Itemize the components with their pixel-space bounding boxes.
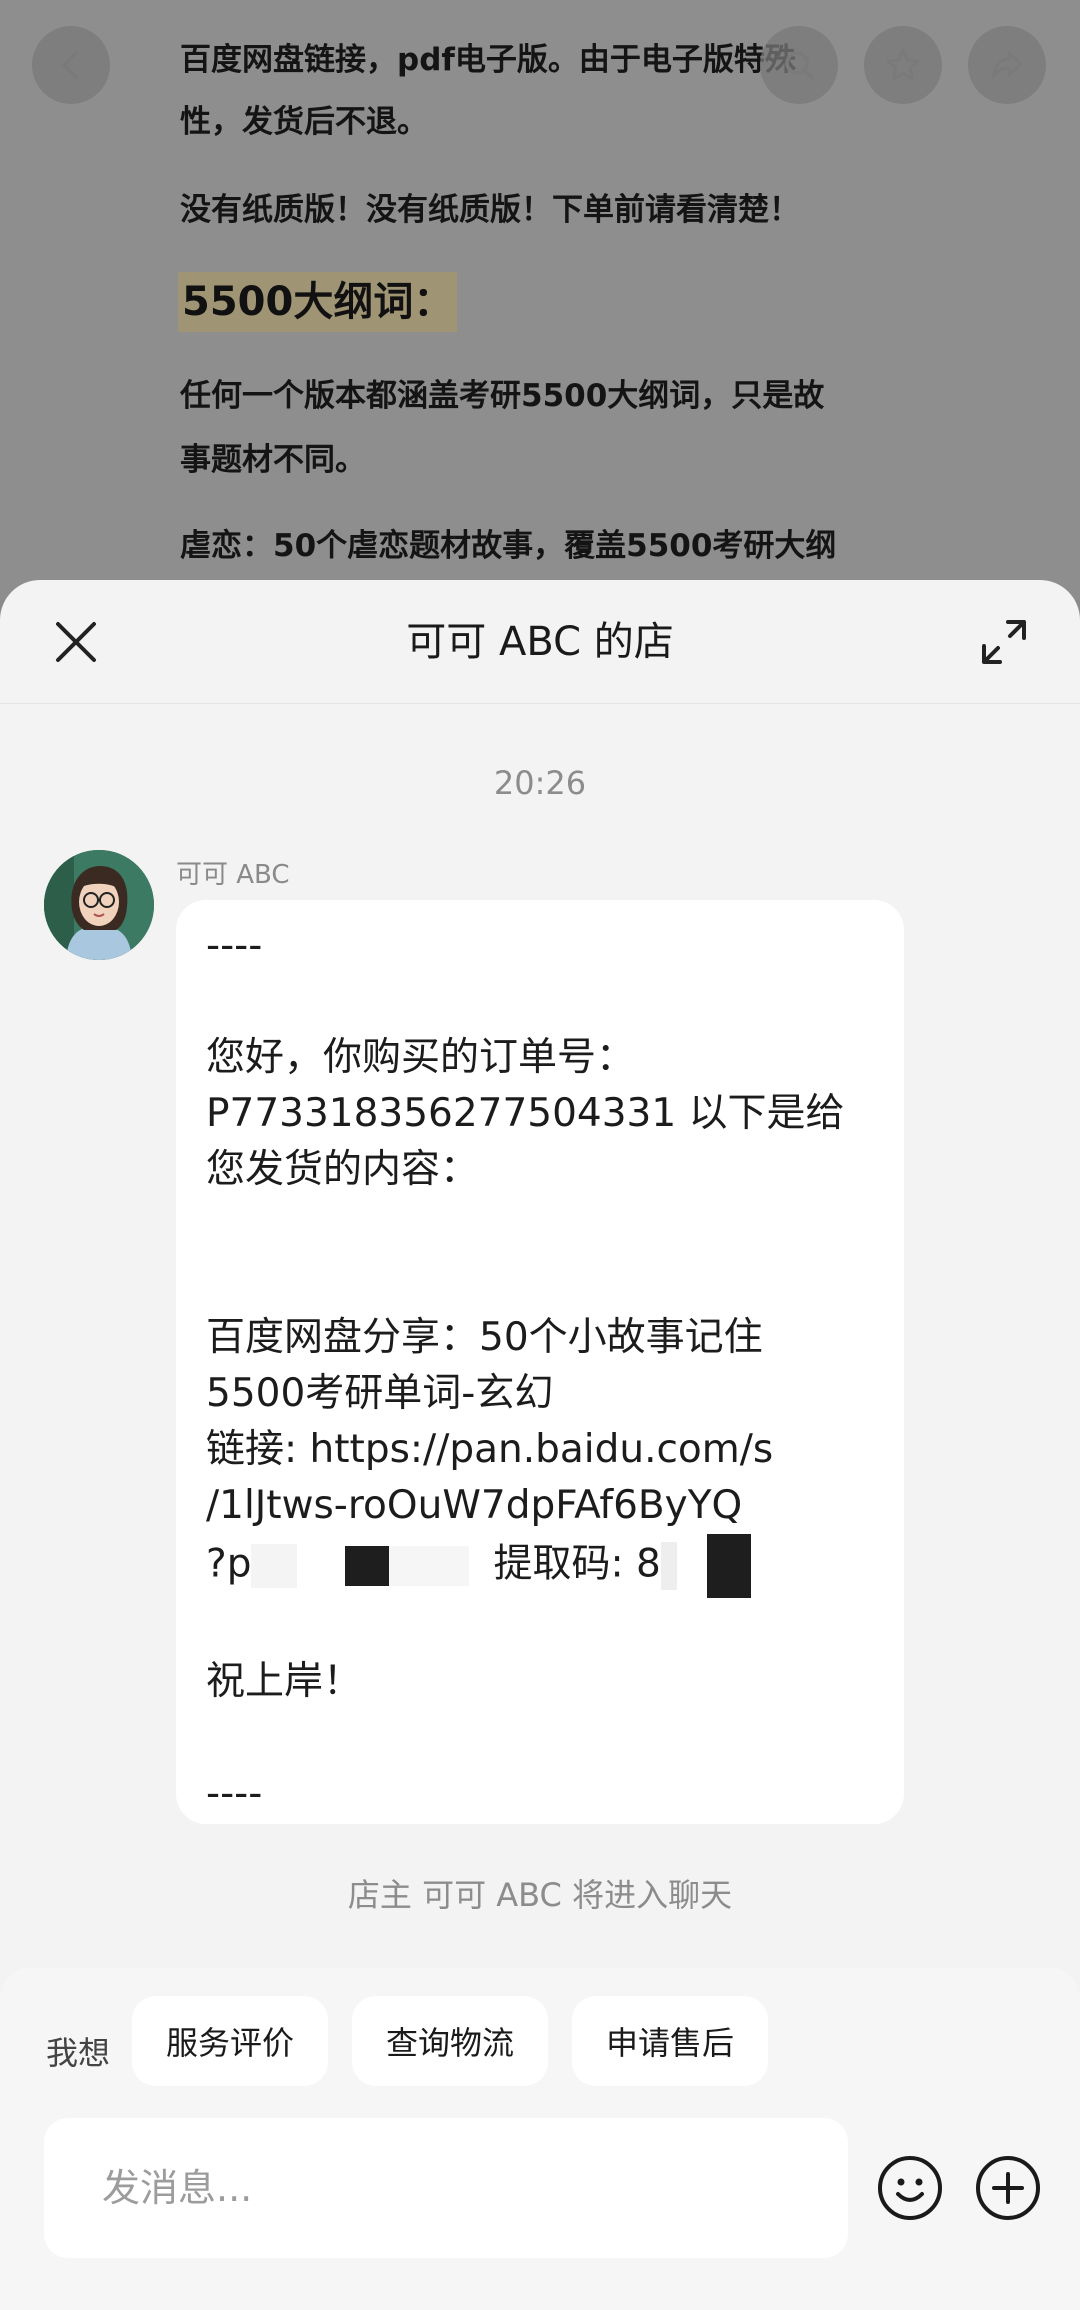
search-button[interactable] <box>760 26 838 104</box>
share-title-text: 百度网盘分享：50个小故事记住 <box>206 1315 763 1360</box>
bg-text-line: 事题材不同。 <box>180 442 366 478</box>
bg-text-line: 没有纸质版！没有纸质版！下单前请看清楚！ <box>180 192 800 228</box>
share-link-tail[interactable]: ?p <box>206 1542 251 1587</box>
share-link-code-line: ?p 提取码: 8 <box>206 1534 874 1598</box>
redaction-block <box>660 1542 677 1590</box>
system-note: 店主 可可 ABC 将进入聊天 <box>347 1876 733 1914</box>
redaction-block <box>345 1546 390 1586</box>
track-logistics-chip[interactable]: 查询物流 <box>352 1996 549 2086</box>
bg-text-line: 任何一个版本都涵盖考研5500大纲词，只是故 <box>180 378 825 414</box>
star-icon <box>886 48 920 81</box>
share-link[interactable]: /1lJtws-roOuW7dpFAf6ByYQ <box>206 1478 874 1534</box>
expand-icon[interactable] <box>976 614 1032 670</box>
message-text: 您好，你购买的订单号： <box>206 1035 636 1080</box>
share-title-text: 5500考研单词-玄幻 <box>206 1371 554 1416</box>
redaction-block <box>251 1544 298 1588</box>
chevron-left-icon <box>62 51 78 79</box>
redaction-block <box>706 1534 751 1598</box>
after-sales-chip[interactable]: 申请售后 <box>572 1996 769 2086</box>
favorite-button[interactable] <box>864 26 942 104</box>
avatar[interactable] <box>44 850 154 960</box>
background-page: 百度网盘链接，pdf电子版。由于电子版特殊 性，发货后不退。 没有纸质版！没有纸… <box>0 0 1080 600</box>
redaction-block <box>389 1546 470 1586</box>
shop-title: 可可 ABC 的店 <box>406 619 674 665</box>
sender-name: 可可 ABC <box>176 860 290 890</box>
message-divider: ---- <box>206 1771 263 1816</box>
extraction-code: 提取码: 8 <box>493 1541 661 1587</box>
sheet-header: 可可 ABC 的店 <box>0 580 1080 704</box>
emoji-icon[interactable] <box>876 2154 944 2222</box>
share-icon <box>991 51 1023 79</box>
message-text: 您发货的内容： <box>206 1147 480 1192</box>
redaction-block <box>297 1546 340 1586</box>
quick-actions-label: 我想 <box>46 2034 111 2072</box>
bg-heading: 5500大纲词： <box>178 272 458 332</box>
message-text: 祝上岸！ <box>206 1659 363 1704</box>
service-review-chip[interactable]: 服务评价 <box>132 1996 329 2086</box>
bg-text-line: 虐恋：50个虐恋题材故事，覆盖5500考研大纲 <box>180 528 837 564</box>
bottom-bar: 我想 服务评价 查询物流 申请售后 <box>0 1968 1080 2310</box>
message-time: 20:26 <box>493 764 587 802</box>
redaction-block <box>676 1542 707 1590</box>
share-button[interactable] <box>968 26 1046 104</box>
message-divider: ---- <box>206 923 263 968</box>
message-bubble: ---- 您好，你购买的订单号： P77331835627750433​1 以下… <box>176 900 904 1824</box>
chat-sheet: 可可 ABC 的店 20:26 可可 ABC ---- 您好，你购买的订单号： … <box>0 580 1080 2310</box>
share-link[interactable]: 链接: https://pan.baidu.com/s <box>206 1422 874 1478</box>
search-icon <box>785 51 814 80</box>
plus-icon[interactable] <box>974 2154 1042 2222</box>
message-input[interactable] <box>44 2118 848 2258</box>
back-button[interactable] <box>32 26 110 104</box>
order-number-text: P77331835627750433​1 以下是给 <box>206 1091 845 1136</box>
